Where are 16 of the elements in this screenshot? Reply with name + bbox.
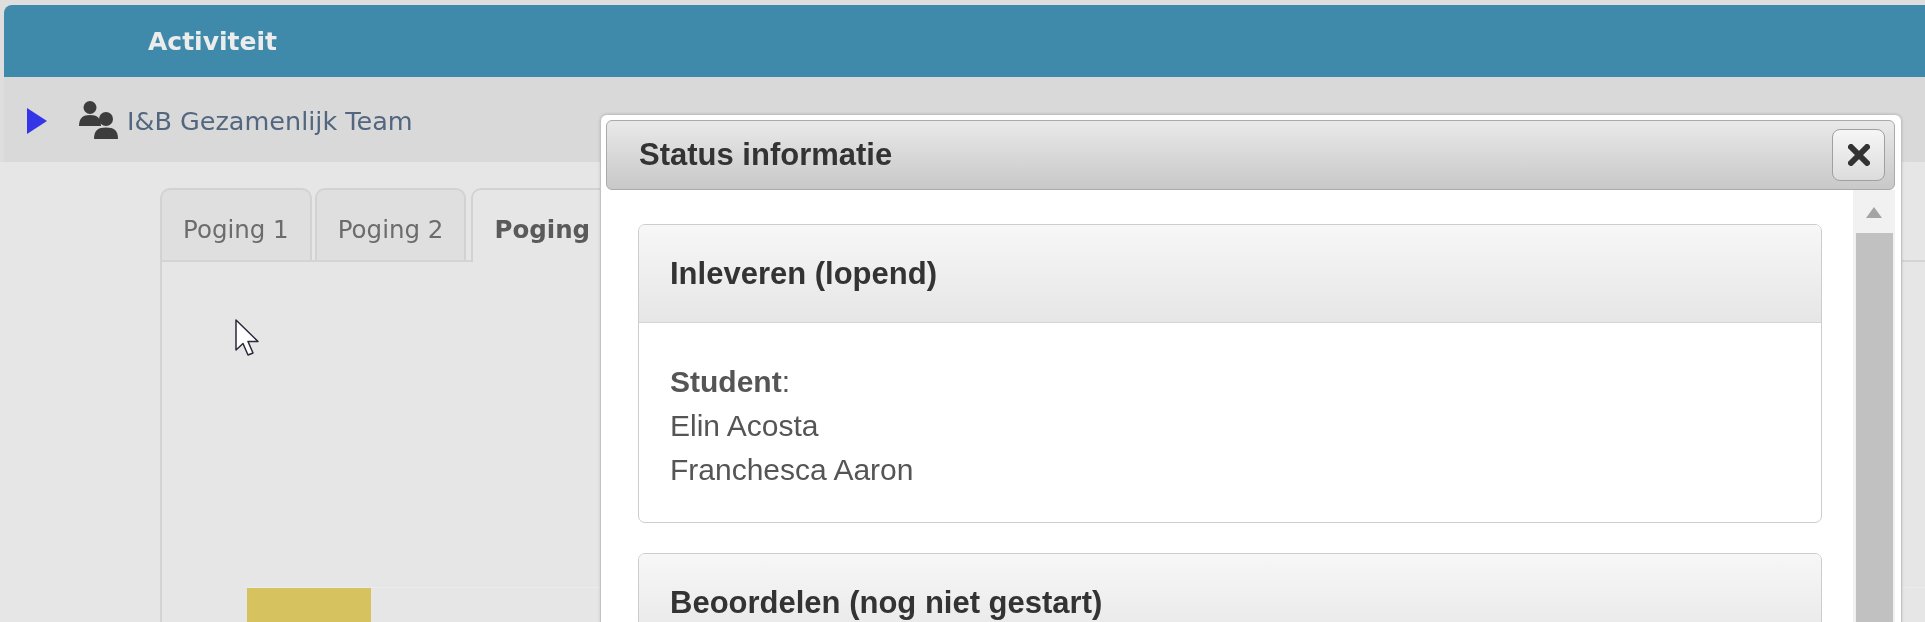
card-title: Inleveren (lopend) xyxy=(670,255,937,292)
field-label: Student: xyxy=(670,364,790,400)
tab[interactable]: Poging 1 xyxy=(160,188,312,260)
mouse-pointer-icon xyxy=(235,319,261,356)
student-name: Elin Acosta xyxy=(670,408,819,444)
close-button[interactable] xyxy=(1832,129,1885,181)
people-icon xyxy=(77,100,119,139)
student-name: Franchesca Aaron xyxy=(670,452,914,488)
team-name[interactable]: I&B Gezamenlijk Team xyxy=(127,106,413,136)
dialog-title: Status informatie xyxy=(639,137,893,173)
scrollbar-thumb[interactable] xyxy=(1856,233,1893,622)
close-icon xyxy=(1847,144,1870,166)
header-title: Activiteit xyxy=(148,26,277,56)
tab[interactable]: Poging 2 xyxy=(314,188,467,260)
card-title: Beoordelen (nog niet gestart) xyxy=(670,584,1103,621)
caret-icon[interactable] xyxy=(27,107,47,134)
